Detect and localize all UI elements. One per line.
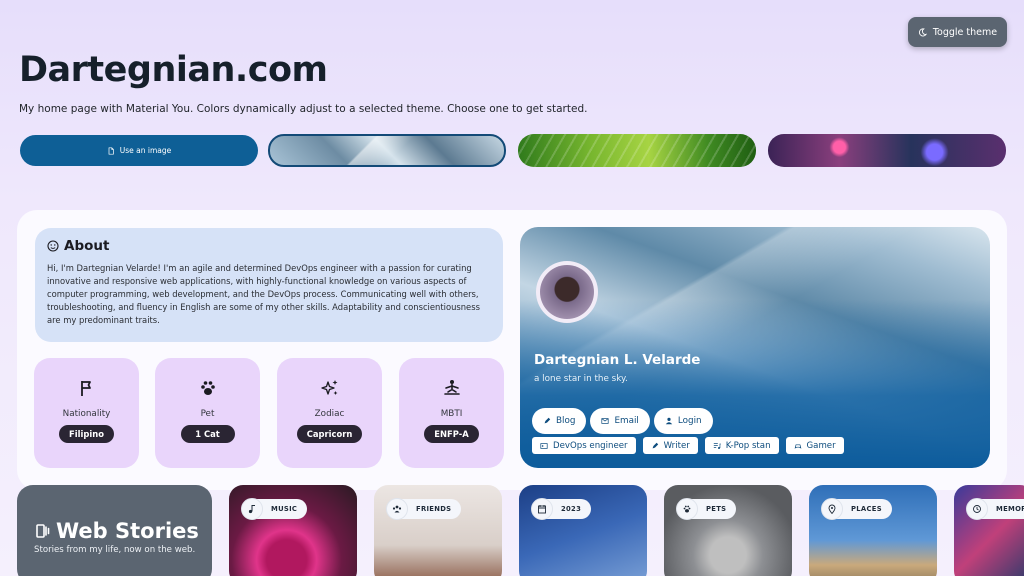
- gamepad-icon: [794, 443, 801, 449]
- theme-option-leaf[interactable]: [518, 134, 756, 167]
- profile-card: Dartegnian L. Velarde a lone star in the…: [520, 227, 990, 468]
- fact-tile-nationality: Nationality Filipino: [34, 358, 139, 468]
- login-label: Login: [677, 416, 702, 426]
- about-text: Hi, I'm Dartegnian Velarde! I'm an agile…: [47, 263, 480, 325]
- use-image-button[interactable]: Use an image: [20, 135, 258, 166]
- story-card-pets[interactable]: PETS: [664, 485, 792, 576]
- fact-label: Zodiac: [314, 409, 345, 419]
- login-button[interactable]: Login: [653, 408, 713, 434]
- sparkles-icon: [320, 380, 337, 395]
- music-icon: [248, 505, 255, 514]
- blog-label: Blog: [556, 416, 576, 426]
- paw-icon: [683, 505, 691, 513]
- profile-motto: a lone star in the sky.: [534, 374, 628, 384]
- site-title: Dartegnian.com: [19, 50, 328, 90]
- profile-name: Dartegnian L. Velarde: [534, 352, 701, 368]
- email-label: Email: [614, 416, 639, 426]
- web-stories-subtitle: Stories from my life, now on the web.: [34, 545, 196, 555]
- theme-option-arcade[interactable]: [768, 134, 1006, 167]
- role-chip-writer: Writer: [642, 437, 698, 454]
- story-card-places[interactable]: PLACES: [809, 485, 937, 576]
- role-chip-gamer: Gamer: [785, 437, 844, 454]
- avatar-photo: [540, 265, 594, 319]
- fact-tile-pet: Pet 1 Cat: [155, 358, 260, 468]
- face-icon: [47, 240, 59, 252]
- story-tag-label: MEMOR: [996, 505, 1024, 513]
- fact-tile-mbti: MBTI ENFP-A: [399, 358, 504, 468]
- story-tag: MEMOR: [966, 498, 1024, 520]
- paw-icon: [200, 381, 215, 395]
- role-label: Writer: [663, 440, 690, 451]
- fact-value: Filipino: [59, 425, 114, 443]
- fact-tile-zodiac: Zodiac Capricorn: [277, 358, 382, 468]
- story-card-friends[interactable]: FRIENDS: [374, 485, 502, 576]
- story-card-memories[interactable]: MEMOR: [954, 485, 1024, 576]
- theme-selector: Use an image: [20, 134, 1006, 167]
- role-chip-kpop: K-Pop stan: [704, 437, 779, 454]
- story-tag-label: FRIENDS: [416, 505, 452, 513]
- story-tag: PETS: [676, 498, 737, 520]
- stories-icon: [36, 524, 50, 538]
- flag-icon: [80, 381, 91, 396]
- web-stories-title: Web Stories: [56, 519, 199, 543]
- use-image-label: Use an image: [119, 146, 172, 155]
- story-tag: MUSIC: [241, 498, 308, 520]
- pencil-icon: [652, 442, 658, 448]
- user-icon: [665, 417, 673, 425]
- group-icon: [392, 505, 402, 513]
- fact-label: Pet: [200, 409, 215, 419]
- terminal-icon: [540, 442, 548, 449]
- meditation-icon: [443, 380, 460, 395]
- fact-value: Capricorn: [296, 425, 363, 443]
- story-tag-label: MUSIC: [271, 505, 298, 513]
- toggle-theme-button[interactable]: Toggle theme: [908, 17, 1007, 47]
- fact-value: 1 Cat: [180, 425, 235, 443]
- site-tagline: My home page with Material You. Colors d…: [19, 103, 588, 115]
- blog-button[interactable]: Blog: [532, 408, 587, 434]
- story-tag-label: PETS: [706, 505, 727, 513]
- story-card-2023[interactable]: 2023: [519, 485, 647, 576]
- playlist-icon: [713, 442, 721, 449]
- pin-icon: [828, 504, 836, 514]
- mail-icon: [601, 418, 610, 424]
- story-tag: 2023: [531, 498, 592, 520]
- story-card-music[interactable]: MUSIC: [229, 485, 357, 576]
- fact-label: MBTI: [440, 409, 463, 419]
- role-label: Gamer: [806, 440, 836, 451]
- story-tag: FRIENDS: [386, 498, 462, 520]
- role-label: K-Pop stan: [725, 440, 771, 451]
- web-stories-card[interactable]: Web Stories Stories from my life, now on…: [17, 485, 212, 576]
- profile-links: Blog Email Login: [532, 408, 713, 434]
- toggle-theme-label: Toggle theme: [932, 26, 998, 38]
- theme-option-glass-cubes[interactable]: [268, 134, 506, 167]
- story-tag-label: PLACES: [851, 505, 882, 513]
- memory-icon: [973, 505, 981, 513]
- fact-label: Nationality: [62, 409, 111, 419]
- role-chip-devops: DevOps engineer: [532, 437, 636, 454]
- about-heading: About: [64, 238, 110, 254]
- email-button[interactable]: Email: [590, 408, 650, 434]
- profile-roles: DevOps engineer Writer K-Pop stan Gamer: [532, 437, 844, 454]
- about-heading-row: About: [47, 238, 491, 254]
- avatar: [536, 261, 598, 323]
- pencil-icon: [544, 417, 551, 424]
- story-tag-label: 2023: [561, 505, 582, 513]
- role-label: DevOps engineer: [553, 440, 628, 451]
- fact-value: ENFP-A: [424, 425, 479, 443]
- web-stories-heading: Web Stories: [34, 519, 199, 543]
- about-section: About Hi, I'm Dartegnian Velarde! I'm an…: [35, 228, 503, 342]
- calendar-icon: [538, 505, 546, 514]
- moon-icon: [918, 27, 927, 36]
- file-icon: [108, 146, 114, 155]
- story-tag: PLACES: [821, 498, 892, 520]
